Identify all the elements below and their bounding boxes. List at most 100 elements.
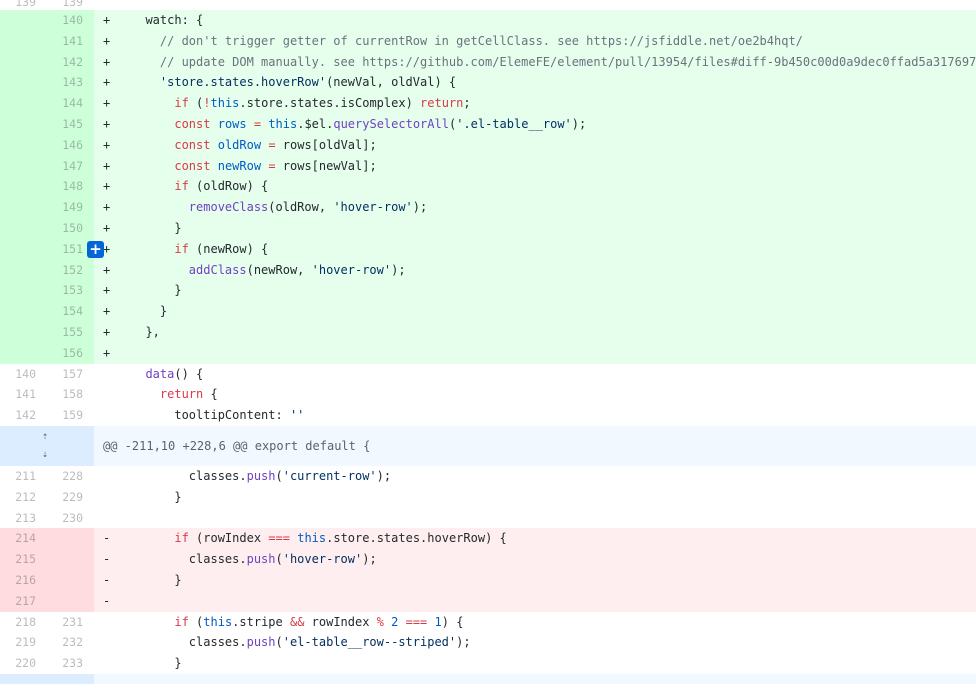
new-line-number[interactable]: 155 xyxy=(47,321,94,343)
new-line-number[interactable]: 231 xyxy=(47,611,94,633)
diff-marker: + xyxy=(103,13,111,27)
old-line-number[interactable] xyxy=(0,93,47,114)
code-token: push xyxy=(246,468,276,483)
old-line-number[interactable]: 217 xyxy=(0,590,47,612)
hunk-header: @@ -211,10 +228,6 @@ export default { xyxy=(94,425,976,466)
new-line-number[interactable]: 154 xyxy=(47,301,94,322)
old-line-number[interactable]: 212 xyxy=(0,486,47,508)
old-line-number[interactable] xyxy=(0,301,47,322)
old-line-number[interactable]: 215 xyxy=(0,549,47,570)
code-token: this xyxy=(297,531,327,546)
old-line-number[interactable]: 219 xyxy=(0,632,47,654)
new-line-number[interactable]: 141 xyxy=(47,30,94,52)
new-line-number[interactable]: 157 xyxy=(47,363,94,385)
expand-up-icon[interactable]: ⇡ xyxy=(35,430,55,444)
old-line-number[interactable]: 213 xyxy=(0,507,47,529)
new-line-number[interactable]: 156 xyxy=(47,342,94,364)
old-line-number[interactable]: 218 xyxy=(0,611,47,633)
code-token: // don't trigger getter of currentRow in… xyxy=(131,33,803,48)
old-line-number[interactable] xyxy=(0,30,47,52)
new-line-number[interactable]: 143 xyxy=(47,72,94,94)
expand-down-icon[interactable]: ⇣ xyxy=(35,448,55,462)
old-line-number[interactable]: 142 xyxy=(0,405,47,426)
old-line-number[interactable] xyxy=(0,342,47,364)
old-line-number[interactable]: 139 xyxy=(0,0,47,10)
new-line-number[interactable]: 144 xyxy=(47,93,94,114)
expand-bar xyxy=(94,673,976,684)
old-line-number[interactable] xyxy=(0,280,47,302)
diff-marker: + xyxy=(103,116,111,131)
old-line-number[interactable] xyxy=(0,51,47,73)
new-line-number[interactable]: 149 xyxy=(47,197,94,218)
code-token: === xyxy=(268,531,290,546)
old-line-number[interactable] xyxy=(0,134,47,156)
new-line-number[interactable]: 142 xyxy=(47,51,94,73)
new-line-number[interactable]: 230 xyxy=(47,507,94,529)
new-line-number[interactable] xyxy=(47,590,94,612)
old-line-number[interactable]: 141 xyxy=(0,384,47,406)
old-line-number[interactable] xyxy=(0,321,47,343)
code-cell: + addClass(newRow, 'hover-row'); xyxy=(94,259,976,281)
new-line-number[interactable]: 152 xyxy=(47,259,94,281)
code-token: ( xyxy=(275,635,283,650)
hunk-expander-bottom[interactable] xyxy=(0,673,976,684)
diff-line-addition: 151 + + if (newRow) { xyxy=(0,238,976,260)
new-line-number[interactable]: 233 xyxy=(47,653,94,674)
diff-marker: - xyxy=(103,552,111,567)
new-line-number[interactable]: 153 xyxy=(47,280,94,302)
new-line-number[interactable]: 148 xyxy=(47,176,94,198)
diff-marker: + xyxy=(103,241,111,256)
old-line-number[interactable]: 220 xyxy=(0,653,47,674)
new-line-number[interactable]: 150 xyxy=(47,217,94,239)
new-line-number[interactable] xyxy=(47,569,94,591)
old-line-number[interactable]: 211 xyxy=(0,465,47,487)
diff-line-addition: 143 + 'store.states.hoverRow'(newVal, old… xyxy=(0,72,976,94)
code-cell: + // don't trigger getter of currentRow … xyxy=(94,30,976,52)
new-line-number[interactable]: 158 xyxy=(47,384,94,406)
old-line-number[interactable] xyxy=(0,113,47,135)
new-line-number[interactable]: 228 xyxy=(47,465,94,487)
diff-line-addition: 146 + const oldRow = rows[oldVal]; xyxy=(0,134,976,156)
old-line-number[interactable]: 214 xyxy=(0,528,47,550)
new-line-number[interactable]: 140 xyxy=(47,10,94,31)
code-cell: + } xyxy=(94,301,976,322)
code-cell: - } xyxy=(94,569,976,591)
new-line-number[interactable] xyxy=(47,528,94,550)
new-line-number[interactable] xyxy=(47,549,94,570)
old-line-number[interactable] xyxy=(0,217,47,239)
new-line-number[interactable]: 139 xyxy=(47,0,94,10)
code-cell: + if (oldRow) { xyxy=(94,176,976,198)
diff-line-addition: 142 + // update DOM manually. see https:/… xyxy=(0,51,976,73)
diff-line-deletion: 215 - classes.push('hover-row'); xyxy=(0,549,976,570)
add-comment-icon[interactable]: + xyxy=(87,240,104,258)
expand-gutter[interactable] xyxy=(0,673,94,684)
hunk-header-text: @@ -211,10 +228,6 @@ export default { xyxy=(103,438,371,453)
old-line-number[interactable] xyxy=(0,259,47,281)
new-line-number[interactable]: 232 xyxy=(47,632,94,654)
old-line-number[interactable] xyxy=(0,238,47,260)
old-line-number[interactable] xyxy=(0,72,47,94)
code-token: ); xyxy=(376,468,392,483)
hunk-header-row: ⇡ ⇣ @@ -211,10 +228,6 @@ export default { xyxy=(0,425,976,466)
diff-line-deletion: 214 - if (rowIndex === this.store.states.… xyxy=(0,528,976,550)
new-line-number[interactable]: 146 xyxy=(47,134,94,156)
old-line-number[interactable] xyxy=(0,10,47,31)
old-line-number[interactable] xyxy=(0,197,47,218)
old-line-number[interactable]: 216 xyxy=(0,569,47,591)
diff-line-context: 211 228 classes.push('current-row'); xyxy=(0,465,976,487)
new-line-number[interactable]: 159 xyxy=(47,405,94,426)
code-token: this xyxy=(268,116,298,131)
old-line-number[interactable] xyxy=(0,176,47,198)
diff-marker: + xyxy=(103,324,111,339)
code-token: ); xyxy=(571,116,587,131)
new-line-number[interactable]: 147 xyxy=(47,155,94,177)
code-token: rows xyxy=(217,116,247,131)
new-line-number[interactable]: 145 xyxy=(47,113,94,135)
new-line-number[interactable]: 229 xyxy=(47,486,94,508)
diff-line-addition: 144 + if (!this.store.states.isComplex) r… xyxy=(0,93,976,114)
old-line-number[interactable]: 140 xyxy=(0,363,47,385)
old-line-number[interactable] xyxy=(0,155,47,177)
